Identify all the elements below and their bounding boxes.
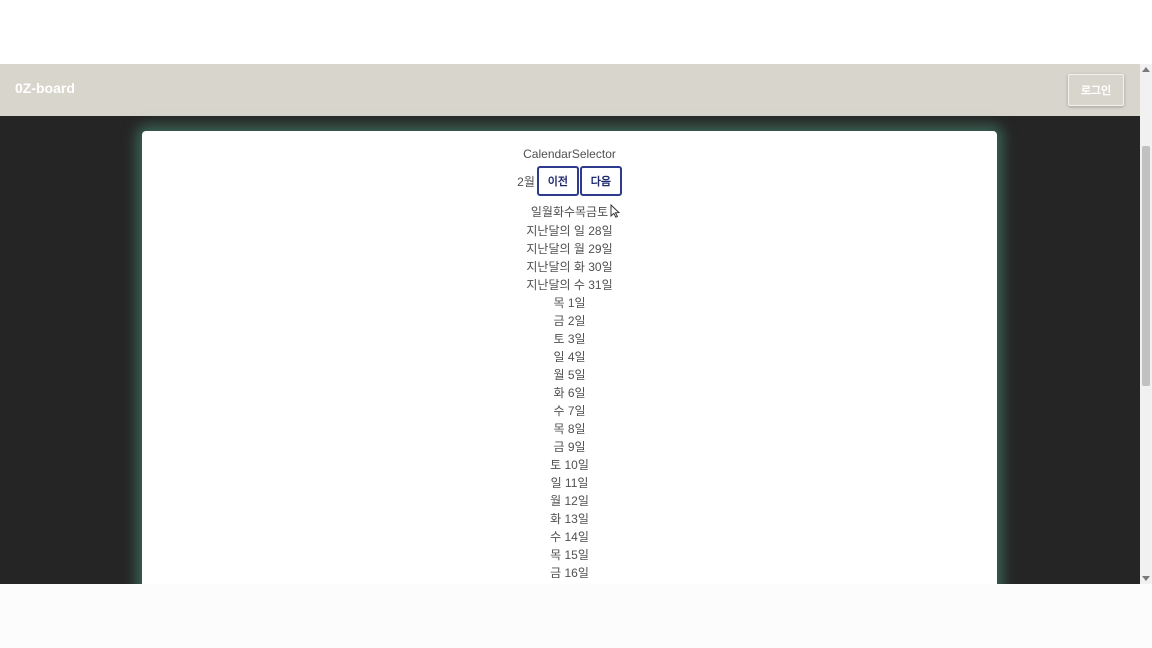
day-item[interactable]: 수 7일 [142, 402, 997, 420]
day-item[interactable]: 토 3일 [142, 330, 997, 348]
day-item[interactable]: 목 1일 [142, 294, 997, 312]
day-item[interactable]: 지난달의 수 31일 [142, 276, 997, 294]
scroll-up-arrow-icon[interactable] [1142, 67, 1150, 72]
day-item[interactable]: 지난달의 화 30일 [142, 258, 997, 276]
calendar-title: CalendarSelector [523, 147, 616, 161]
day-item[interactable]: 금 16일 [142, 564, 997, 582]
day-list: 지난달의 일 28일 지난달의 월 29일 지난달의 화 30일 지난달의 수 31일… [142, 222, 997, 584]
bottom-blank-area [0, 584, 1152, 648]
brand-logo-text[interactable]: 0Z-board [15, 80, 75, 96]
day-item[interactable]: 지난달의 월 29일 [142, 240, 997, 258]
browser-viewport: 0Z-board 로그인 CalendarSelector 2월 이전 다음 일… [0, 64, 1152, 584]
day-item[interactable]: 수 14일 [142, 528, 997, 546]
day-item[interactable]: 금 2일 [142, 312, 997, 330]
day-item[interactable]: 월 5일 [142, 366, 997, 384]
month-navigation: 2월 이전 다음 [142, 164, 997, 198]
current-month-label: 2월 [517, 174, 535, 189]
top-blank-area [0, 0, 1152, 64]
scrollbar-thumb[interactable] [1142, 146, 1150, 386]
day-item[interactable]: 금 9일 [142, 438, 997, 456]
calendar-selector: CalendarSelector 2월 이전 다음 일월화수목금토 지난달의 일… [142, 146, 997, 584]
scroll-down-arrow-icon[interactable] [1142, 576, 1150, 581]
day-item[interactable]: 토 10일 [142, 456, 997, 474]
day-item[interactable]: 화 13일 [142, 510, 997, 528]
day-item[interactable]: 화 6일 [142, 384, 997, 402]
day-item[interactable]: 지난달의 일 28일 [142, 222, 997, 240]
next-month-button[interactable]: 다음 [579, 166, 622, 196]
day-item[interactable]: 목 15일 [142, 546, 997, 564]
app-header: 0Z-board 로그인 [0, 64, 1140, 116]
weekday-header: 일월화수목금토 [142, 202, 997, 222]
day-item[interactable]: 목 8일 [142, 420, 997, 438]
login-button[interactable]: 로그인 [1068, 74, 1124, 106]
day-item[interactable]: 일 11일 [142, 474, 997, 492]
prev-month-button[interactable]: 이전 [536, 166, 579, 196]
calendar-card: CalendarSelector 2월 이전 다음 일월화수목금토 지난달의 일… [142, 131, 997, 584]
vertical-scrollbar[interactable] [1140, 64, 1152, 584]
weekday-labels: 일월화수목금토 [530, 205, 609, 219]
day-item[interactable]: 일 4일 [142, 348, 997, 366]
day-item[interactable]: 월 12일 [142, 492, 997, 510]
mouse-pointer-icon [610, 204, 620, 218]
